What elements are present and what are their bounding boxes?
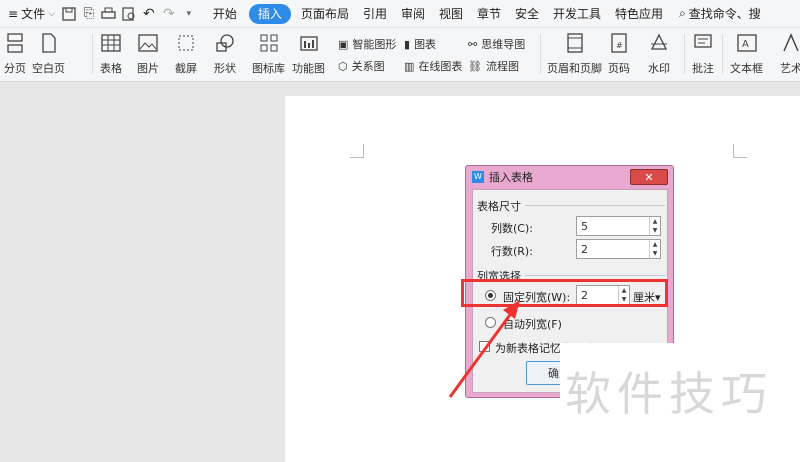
rows-stepper[interactable]: 2 ▲ ▼ xyxy=(576,239,661,259)
annotation-button[interactable]: 批注 xyxy=(692,32,714,76)
picture-button[interactable]: 图片 xyxy=(137,32,159,76)
page-break-button[interactable]: 分页 xyxy=(4,32,26,76)
smart-shape-button[interactable]: ▣ 智能图形 xyxy=(338,36,396,52)
page-break-icon xyxy=(4,32,26,54)
mind-map-icon: ⚯ xyxy=(468,37,478,51)
ribbon-separator xyxy=(540,34,541,74)
remember-size-checkbox[interactable] xyxy=(479,341,490,352)
watermark-text: 软件技巧 xyxy=(565,367,773,421)
tab-chapter[interactable]: 章节 xyxy=(473,4,505,24)
auto-width-radio[interactable] xyxy=(485,317,496,328)
ribbon-toolbar: 分页 空白页 表格 图片 截屏 形状 图标库 功能图 ▣ 智能图形 ▮ 图表 ⚯ 思维… xyxy=(0,28,800,82)
annotation-icon xyxy=(692,32,714,54)
blank-page-icon xyxy=(38,32,60,54)
header-footer-button[interactable]: 页眉和页脚 xyxy=(547,32,602,76)
undo-icon[interactable]: ↶ xyxy=(139,4,159,24)
online-chart-button[interactable]: ▥ 在线图表 xyxy=(404,58,462,74)
header-footer-icon xyxy=(564,32,586,54)
shape-button[interactable]: 形状 xyxy=(214,32,236,76)
command-search[interactable]: ⌕ 查找命令、搜 xyxy=(675,4,765,24)
ribbon-separator xyxy=(722,34,723,74)
tab-developer[interactable]: 开发工具 xyxy=(549,4,605,24)
ribbon-separator xyxy=(92,34,93,74)
smart-shape-icon: ▣ xyxy=(338,37,349,51)
chart-button[interactable]: ▮ 图表 xyxy=(404,36,436,52)
mind-map-button[interactable]: ⚯ 思维导图 xyxy=(468,36,525,52)
textbox-icon: A xyxy=(736,32,758,54)
svg-text:A: A xyxy=(742,39,749,50)
preview-icon[interactable] xyxy=(119,4,139,24)
shape-icon xyxy=(214,32,236,54)
export-icon[interactable]: ⎘ xyxy=(79,4,99,24)
auto-width-label: 自动列宽(F) xyxy=(503,318,562,331)
watermark-button[interactable]: 水印 xyxy=(648,32,670,76)
spin-arrows-icon[interactable]: ▲ ▼ xyxy=(649,217,660,235)
table-size-section: 表格尺寸 xyxy=(477,200,521,213)
crop-mark xyxy=(350,144,364,158)
blank-page-button[interactable]: 空白页 xyxy=(32,32,65,76)
page-number-button[interactable]: # 页码 xyxy=(608,32,630,76)
flow-chart-button[interactable]: ⛓ 流程图 xyxy=(468,58,519,74)
watermark-icon xyxy=(648,32,670,54)
flow-chart-icon: ⛓ xyxy=(468,59,482,73)
svg-text:#: # xyxy=(616,41,623,50)
page-number-icon: # xyxy=(608,32,630,54)
save-icon[interactable] xyxy=(59,4,79,24)
cols-label: 列数(C): xyxy=(491,222,533,235)
tab-view[interactable]: 视图 xyxy=(435,4,467,24)
menu-bar: ≡ 文件 ⌵ ⎘ ↶ ↷ ▾ 开始 插入 页面布局 引用 审阅 视图 章节 安全… xyxy=(0,0,800,28)
redo-icon[interactable]: ↷ xyxy=(159,4,179,24)
screenshot-button[interactable]: 截屏 xyxy=(175,32,197,76)
divider xyxy=(525,275,665,276)
textbox-button[interactable]: A 文本框 xyxy=(730,32,763,76)
customize-icon[interactable]: ▾ xyxy=(179,4,199,24)
relation-chart-icon: ⬡ xyxy=(338,59,348,73)
icon-library-icon xyxy=(258,32,280,54)
table-button[interactable]: 表格 xyxy=(100,32,122,76)
close-button[interactable]: ✕ xyxy=(630,169,668,185)
rows-label: 行数(R): xyxy=(491,245,533,258)
ribbon-separator xyxy=(684,34,685,74)
screenshot-icon xyxy=(175,32,197,54)
hamburger-icon: ≡ xyxy=(8,6,19,21)
spin-arrows-icon[interactable]: ▲ ▼ xyxy=(649,240,660,258)
chevron-down-icon: ⌵ xyxy=(48,8,55,19)
file-menu[interactable]: ≡ 文件 ⌵ xyxy=(4,4,59,24)
tab-security[interactable]: 安全 xyxy=(511,4,543,24)
tab-reference[interactable]: 引用 xyxy=(359,4,391,24)
art-text-icon xyxy=(780,32,800,54)
icon-library-button[interactable]: 图标库 xyxy=(252,32,285,76)
crop-mark xyxy=(733,144,747,158)
relation-chart-button[interactable]: ⬡ 关系图 xyxy=(338,58,385,74)
dialog-title: 插入表格 xyxy=(489,171,533,184)
table-icon xyxy=(100,32,122,54)
tab-start[interactable]: 开始 xyxy=(209,4,241,24)
function-chart-icon xyxy=(298,32,320,54)
picture-icon xyxy=(137,32,159,54)
cols-stepper[interactable]: 5 ▲ ▼ xyxy=(576,216,661,236)
tab-page-layout[interactable]: 页面布局 xyxy=(297,4,353,24)
print-icon[interactable] xyxy=(99,4,119,24)
highlight-box xyxy=(461,279,668,307)
function-chart-button[interactable]: 功能图 xyxy=(292,32,325,76)
tab-features[interactable]: 特色应用 xyxy=(611,4,667,24)
tab-insert[interactable]: 插入 xyxy=(248,3,291,24)
tab-review[interactable]: 审阅 xyxy=(397,4,429,24)
art-text-button[interactable]: 艺术 xyxy=(780,32,800,76)
online-chart-icon: ▥ xyxy=(404,59,415,73)
bar-chart-icon: ▮ xyxy=(404,37,411,51)
search-icon: ⌕ xyxy=(679,6,686,20)
wps-logo-icon: W xyxy=(472,171,484,183)
divider xyxy=(525,205,665,206)
